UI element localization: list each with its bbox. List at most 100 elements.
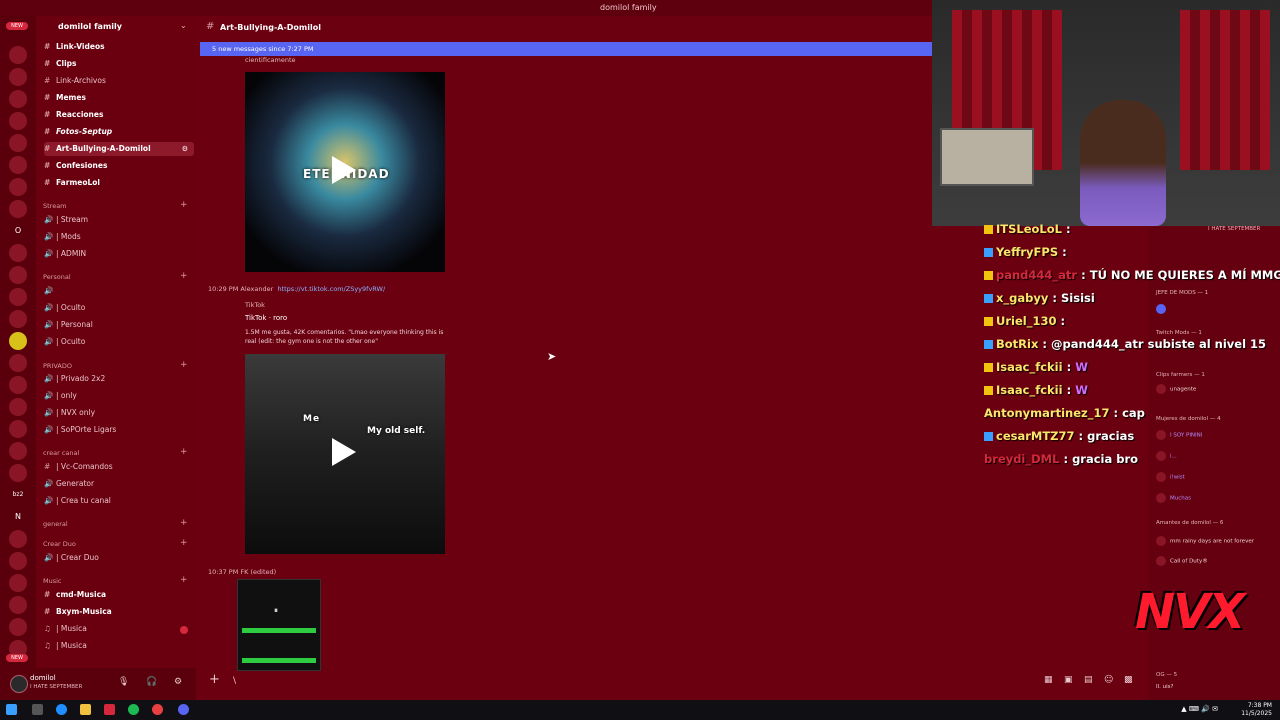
server-icon[interactable] — [9, 266, 27, 284]
server-icon[interactable] — [9, 596, 27, 614]
channel-item[interactable]: # | Vc-Comandos — [44, 460, 194, 474]
edge-icon[interactable] — [56, 704, 67, 715]
channel-item[interactable]: # Confesiones — [44, 159, 194, 173]
channel-item[interactable]: # cmd-Musica — [44, 588, 194, 602]
voice-channel[interactable]: 🔊 | Oculto — [44, 301, 194, 315]
add-attachment-icon[interactable]: + — [209, 672, 220, 687]
message-input[interactable]: \ — [233, 676, 236, 686]
add-channel-icon[interactable]: + — [180, 518, 188, 528]
category-label[interactable]: Music — [43, 577, 62, 585]
guild-name[interactable]: domilol family — [58, 22, 122, 31]
server-icon[interactable] — [9, 530, 27, 548]
add-channel-icon[interactable]: + — [180, 538, 188, 548]
message-author[interactable]: Alexander — [240, 285, 273, 293]
add-channel-icon[interactable]: + — [180, 271, 188, 281]
voice-channel[interactable]: 🔊 | NVX only — [44, 406, 194, 420]
chrome-icon[interactable] — [152, 704, 163, 715]
channel-item[interactable]: # Bxym-Musica — [44, 605, 194, 619]
video-attachment[interactable]: ETERNIDAD — [245, 72, 445, 272]
chevron-down-icon[interactable]: ⌄ — [180, 21, 187, 30]
voice-channel[interactable]: 🔊 | ADMIN — [44, 247, 194, 261]
voice-channel[interactable]: 🔊 | only — [44, 389, 194, 403]
server-icon[interactable] — [9, 134, 27, 152]
voice-channel[interactable]: 🔊 | Crea tu canal — [44, 494, 194, 508]
discord-icon[interactable] — [178, 704, 189, 715]
server-icon[interactable] — [9, 68, 27, 86]
server-label[interactable]: bz2 — [9, 486, 27, 504]
system-tray[interactable]: ▲ ⌨ 🔊 ✉ — [1181, 705, 1218, 713]
voice-channel[interactable]: 🔊 | Stream — [44, 213, 194, 227]
add-channel-icon[interactable]: + — [180, 447, 188, 457]
voice-channel[interactable]: 🔊 | Crear Duo — [44, 551, 194, 565]
category-label[interactable]: Crear Duo — [43, 540, 76, 548]
category-label[interactable]: crear canal — [43, 449, 79, 457]
member-row[interactable]: mm rainy days are not forever — [1156, 536, 1254, 546]
add-channel-icon[interactable]: + — [180, 360, 188, 370]
server-icon[interactable] — [9, 398, 27, 416]
play-icon[interactable] — [332, 156, 356, 184]
channel-item[interactable]: # FarmeoLol — [44, 176, 194, 190]
server-icon[interactable] — [9, 574, 27, 592]
sticker-icon[interactable]: ▤ — [1084, 675, 1093, 685]
server-icon[interactable] — [9, 310, 27, 328]
server-letter[interactable]: O — [9, 222, 27, 240]
clock[interactable]: 7:38 PM 11/5/2025 — [1241, 702, 1272, 718]
server-icon[interactable] — [9, 354, 27, 372]
emoji-icon[interactable]: ☺ — [1104, 675, 1113, 685]
voice-channel[interactable]: 🔊 | SoPOrte Ligars — [44, 423, 194, 437]
settings-icon[interactable]: ⚙ — [182, 142, 188, 156]
voice-channel[interactable]: 🔊 Generator — [44, 477, 194, 491]
message-input-bar[interactable]: + \ ▦ ▣ ▤ ☺ ▩ — [200, 668, 1144, 696]
member-row[interactable] — [1156, 304, 1170, 314]
server-icon[interactable] — [9, 244, 27, 262]
category-label[interactable]: general — [43, 520, 68, 528]
channel-item[interactable]: # Memes — [44, 91, 194, 105]
member-row[interactable]: unagente — [1156, 384, 1196, 394]
channel-item[interactable]: # Reacciones — [44, 108, 194, 122]
server-icon[interactable] — [9, 552, 27, 570]
voice-channel[interactable]: 🔊 | Oculto — [44, 335, 194, 349]
voice-channel[interactable]: 🔊 | Mods — [44, 230, 194, 244]
video-attachment[interactable]: Me My old self. — [245, 354, 445, 554]
server-icon[interactable] — [9, 618, 27, 636]
server-letter[interactable]: N — [9, 508, 27, 526]
category-label[interactable]: Personal — [43, 273, 71, 281]
gif-icon[interactable]: ▣ — [1064, 675, 1073, 685]
add-channel-icon[interactable]: + — [180, 200, 188, 210]
username[interactable]: domilol — [30, 674, 56, 682]
member-row[interactable]: Call of Duty® — [1156, 556, 1208, 566]
server-icon[interactable] — [9, 90, 27, 108]
member-row[interactable]: i... — [1156, 451, 1177, 461]
server-icon[interactable] — [9, 442, 27, 460]
member-row[interactable]: Muchas — [1156, 493, 1191, 503]
app-icon[interactable] — [104, 704, 115, 715]
server-icon[interactable] — [9, 178, 27, 196]
category-label[interactable]: PRIVADO — [43, 362, 72, 370]
server-icon[interactable] — [9, 376, 27, 394]
apps-icon[interactable]: ▩ — [1124, 675, 1133, 685]
avatar[interactable] — [10, 675, 28, 693]
server-icon[interactable] — [9, 200, 27, 218]
message-link[interactable]: https://vt.tiktok.com/ZSyy9fvRW/ — [277, 285, 385, 293]
server-icon[interactable] — [9, 46, 27, 64]
channel-item[interactable]: # Clips — [44, 57, 194, 71]
voice-channel[interactable]: 🔊 | Personal — [44, 318, 194, 332]
category-label[interactable]: Stream — [43, 202, 67, 210]
image-attachment[interactable]: ⏸ — [237, 579, 321, 671]
server-icon[interactable] — [9, 112, 27, 130]
play-icon[interactable] — [332, 438, 356, 466]
search-icon[interactable] — [32, 704, 43, 715]
add-channel-icon[interactable]: + — [180, 575, 188, 585]
voice-channel[interactable]: ♫ | Musica — [44, 622, 194, 636]
server-icon[interactable] — [9, 288, 27, 306]
windows-start-icon[interactable] — [6, 704, 17, 715]
file-explorer-icon[interactable] — [80, 704, 91, 715]
gift-icon[interactable]: ▦ — [1044, 675, 1053, 685]
member-row[interactable]: i!wist — [1156, 472, 1185, 482]
headphones-icon[interactable]: 🎧 — [146, 677, 157, 687]
member-row[interactable]: Il. uis? — [1156, 684, 1173, 690]
microphone-icon[interactable]: 🎙 — [118, 677, 129, 687]
new-messages-bar[interactable]: 5 new messages since 7:27 PM — [200, 42, 932, 56]
member-row[interactable]: I SOY PININI — [1156, 430, 1202, 440]
server-icon[interactable] — [9, 420, 27, 438]
